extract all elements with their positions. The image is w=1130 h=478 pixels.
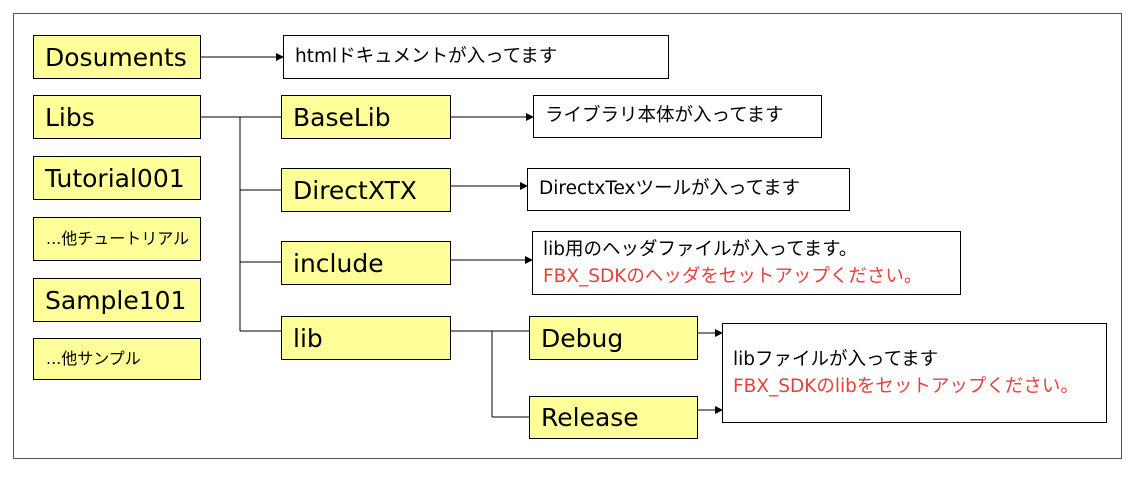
folder-libs: Libs (33, 95, 201, 139)
folder-sample: Sample101 (33, 278, 201, 322)
note-include: lib用のヘッダファイルが入ってます。 FBX_SDKのヘッダをセットアップくだ… (532, 231, 961, 295)
folder-other-samples: ...他サンプル (33, 338, 201, 380)
note-include-line1: lib用のヘッダファイルが入ってます。 (543, 239, 858, 260)
note-lib: libファイルが入ってます FBX_SDKのlibをセットアップください。 (722, 323, 1107, 423)
folder-lib: lib (281, 316, 451, 360)
folder-baselib: BaseLib (281, 95, 451, 139)
folder-other-tutorials: ...他チュートリアル (33, 217, 201, 261)
note-documents: htmlドキュメントが入ってます (283, 35, 669, 79)
folder-include: include (281, 241, 451, 285)
folder-documents: Dosuments (33, 35, 201, 79)
folder-tutorial: Tutorial001 (33, 156, 201, 200)
note-baselib: ライブラリ本体が入ってます (533, 95, 822, 138)
note-lib-line1: libファイルが入ってます (733, 349, 939, 370)
folder-debug: Debug (529, 316, 698, 360)
folder-directxtx: DirectXTX (281, 168, 451, 212)
note-directxtx: DirectxTexツールが入ってます (527, 168, 850, 211)
note-include-warning: FBX_SDKのヘッダをセットアップください。 (543, 266, 923, 287)
folder-release: Release (529, 396, 698, 439)
note-lib-warning: FBX_SDKのlibをセットアップください。 (733, 376, 1079, 397)
